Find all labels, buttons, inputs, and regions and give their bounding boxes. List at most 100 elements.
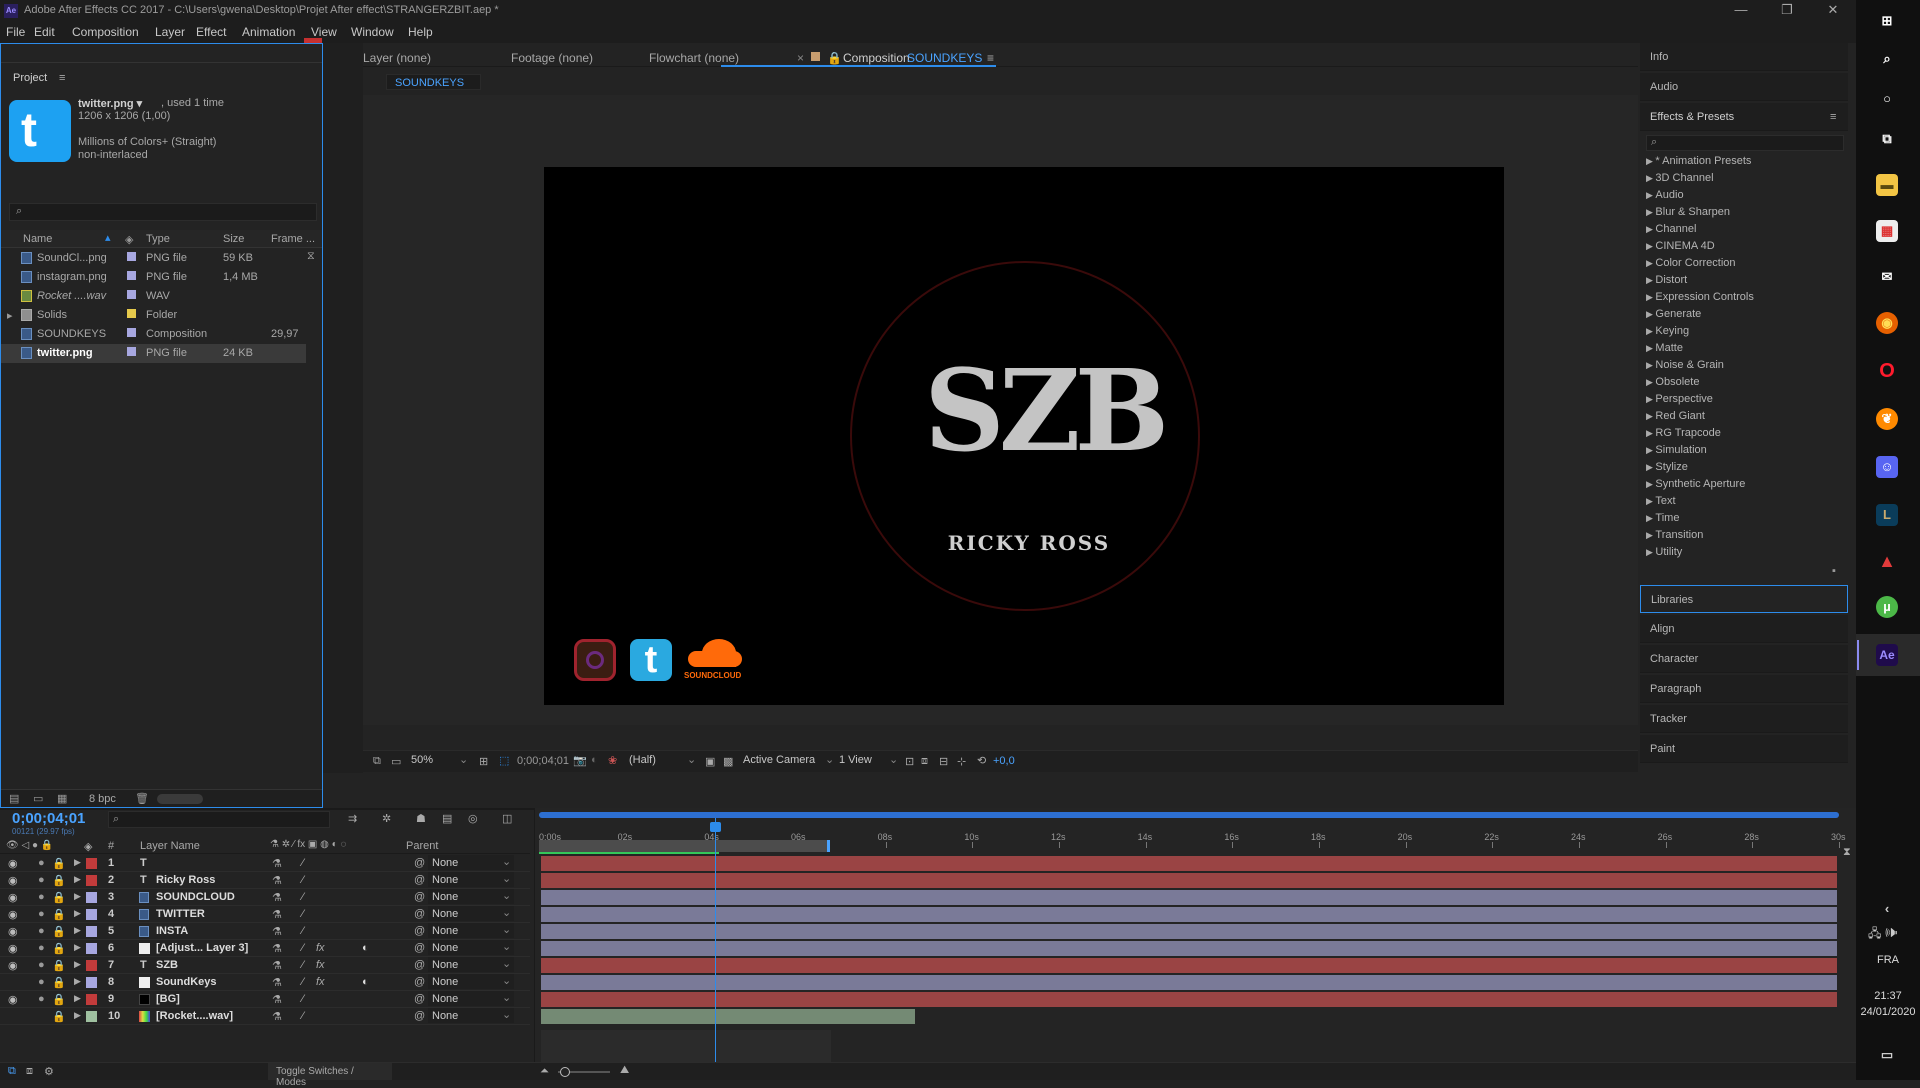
effect-category-item[interactable]: ▶ Channel	[1646, 223, 1696, 235]
menu-animation[interactable]: Animation	[242, 25, 295, 39]
col-type[interactable]: Type	[146, 233, 170, 245]
layer-name[interactable]: SZB	[156, 959, 178, 971]
lock-icon[interactable]: 🔒	[52, 891, 66, 904]
thumbnail-scrollbar[interactable]	[157, 794, 203, 804]
view-layout-dropdown[interactable]: 1 View ⌄	[839, 754, 899, 769]
lock-icon[interactable]: 🔒	[52, 959, 66, 972]
resolution-dropdown[interactable]: (Half) ⌄	[629, 754, 697, 769]
label-color-swatch[interactable]	[86, 858, 97, 869]
zoom-in-icon[interactable]: ⛰	[620, 1064, 629, 1077]
layer-name[interactable]: TWITTER	[156, 908, 205, 920]
layer-row[interactable]: ◉ ● 🔒 ▶ 9 [BG] ⚗ ⁄ @ None ⌄	[0, 991, 530, 1008]
quality-switch-icon[interactable]: ⁄	[302, 857, 304, 869]
snapshot-icon[interactable]: 📷	[573, 754, 587, 767]
panel-paragraph[interactable]: Paragraph	[1640, 675, 1848, 703]
region-of-interest-icon[interactable]: ⬚	[499, 754, 509, 767]
col-parent[interactable]: Parent	[406, 840, 438, 852]
layer-duration-bar[interactable]	[541, 890, 1837, 905]
parent-dropdown[interactable]: None ⌄	[428, 872, 514, 887]
effects-search-input[interactable]: ⌕	[1646, 135, 1844, 151]
playhead-line[interactable]	[715, 818, 716, 1068]
label-color-swatch[interactable]	[86, 977, 97, 988]
collapse-switch-icon[interactable]: ⚗	[272, 959, 282, 972]
windows-start-icon[interactable]: ⊞	[1876, 10, 1898, 32]
zoom-slider-thumb[interactable]	[560, 1067, 570, 1077]
show-snapshot-icon[interactable]: ◐	[591, 754, 598, 766]
color-channels-icon[interactable]: ❀	[608, 754, 617, 767]
menu-file[interactable]: File	[6, 25, 25, 39]
effect-category-item[interactable]: ▶ Generate	[1646, 308, 1701, 320]
effect-category-item[interactable]: ▶ Time	[1646, 512, 1679, 524]
quality-switch-icon[interactable]: ⁄	[302, 942, 304, 954]
label-color-swatch[interactable]	[86, 875, 97, 886]
eye-icon[interactable]: ◉	[8, 874, 18, 887]
panel-align[interactable]: Align	[1640, 615, 1848, 643]
project-item-row[interactable]: ▸ Solids Folder	[1, 306, 306, 325]
interpret-footage-icon[interactable]: ▤	[9, 792, 19, 805]
pick-whip-icon[interactable]: @	[414, 959, 425, 971]
tab-composition-name[interactable]: SOUNDKEYS	[907, 51, 982, 65]
after-effects-taskbar-icon[interactable]: Ae	[1876, 644, 1898, 666]
quality-switch-icon[interactable]: ⁄	[302, 925, 304, 937]
maximize-button[interactable]: ❐	[1772, 2, 1802, 20]
solo-icon[interactable]: ●	[38, 959, 45, 971]
playhead-handle[interactable]	[710, 822, 721, 832]
project-item-row[interactable]: Rocket ....wav WAV	[1, 287, 306, 306]
effect-category-item[interactable]: ▶ Keying	[1646, 325, 1689, 337]
render-time-icon[interactable]: ⧉	[8, 1065, 16, 1078]
menu-help[interactable]: Help	[408, 25, 433, 39]
menu-layer[interactable]: Layer	[155, 25, 185, 39]
expand-arrow-icon[interactable]: ▶	[74, 874, 81, 885]
toggle-pixel-aspect-icon[interactable]: ⊡	[905, 755, 914, 768]
layer-row[interactable]: ◉ ● 🔒 ▶ 1 T ⚗ ⁄ @ None ⌄	[0, 855, 530, 872]
effect-category-item[interactable]: ▶ Blur & Sharpen	[1646, 206, 1730, 218]
minimize-button[interactable]: —	[1726, 2, 1756, 20]
layer-duration-bar[interactable]	[541, 992, 1837, 1007]
toggle-mask-icon[interactable]: ▩	[723, 755, 733, 768]
new-comp-icon[interactable]: ▦	[57, 792, 67, 805]
eye-icon[interactable]: ◉	[8, 959, 18, 972]
input-language[interactable]: FRA	[1856, 954, 1920, 966]
effect-category-item[interactable]: ▶ Noise & Grain	[1646, 359, 1724, 371]
layer-name[interactable]: [BG]	[156, 993, 180, 1005]
effect-category-item[interactable]: ▶ Stylize	[1646, 461, 1688, 473]
solo-icon[interactable]: ●	[38, 925, 45, 937]
parent-dropdown[interactable]: None ⌄	[428, 855, 514, 870]
layer-duration-bar[interactable]	[541, 873, 1837, 888]
expand-arrow-icon[interactable]: ▶	[74, 1010, 81, 1021]
fast-preview-icon[interactable]: ⧈	[921, 755, 928, 768]
layer-duration-bar[interactable]	[541, 958, 1837, 973]
new-folder-icon[interactable]: ▭	[33, 792, 43, 805]
chevron-up-icon[interactable]: ‹	[1876, 898, 1898, 920]
solo-icon[interactable]: ●	[38, 908, 45, 920]
layer-duration-bar[interactable]	[541, 941, 1837, 956]
layer-name[interactable]: SOUNDCLOUD	[156, 891, 235, 903]
hamburger-icon[interactable]: ≡	[1830, 111, 1836, 123]
parent-dropdown[interactable]: None ⌄	[428, 940, 514, 955]
flowchart-icon[interactable]: ⊹	[957, 755, 966, 768]
effect-category-item[interactable]: ▶ Utility	[1646, 546, 1682, 558]
label-color-swatch[interactable]	[127, 328, 136, 337]
label-color-swatch[interactable]	[127, 271, 136, 280]
layer-row[interactable]: ◉ ● 🔒 ▶ 2 T Ricky Ross ⚗ ⁄ @ None ⌄	[0, 872, 530, 889]
effect-category-item[interactable]: ▶ 3D Channel	[1646, 172, 1714, 184]
eye-icon[interactable]: ◉	[8, 993, 18, 1006]
layer-name[interactable]: INSTA	[156, 925, 188, 937]
microsoft-store-icon[interactable]: ▦	[1876, 220, 1898, 242]
layer-row[interactable]: ◉ ● 🔒 ▶ 5 INSTA ⚗ ⁄ @ None ⌄	[0, 923, 530, 940]
always-preview-icon[interactable]: ⧉	[373, 755, 381, 768]
menu-composition[interactable]: Composition	[72, 25, 139, 39]
solo-icon[interactable]: ●	[38, 976, 45, 988]
effect-category-item[interactable]: ▶ Distort	[1646, 274, 1687, 286]
parent-dropdown[interactable]: None ⌄	[428, 974, 514, 989]
tab-close-icon[interactable]: ×	[797, 51, 804, 65]
trash-icon[interactable]: 🗑	[135, 792, 149, 805]
adjustment-layer-icon[interactable]: ◐	[362, 942, 369, 954]
effect-category-item[interactable]: ▶ Expression Controls	[1646, 291, 1754, 303]
effect-category-item[interactable]: ▶ Text	[1646, 495, 1676, 507]
preview-filename[interactable]: twitter.png ▾	[78, 97, 142, 110]
layer-row[interactable]: ◉ ● 🔒 ▶ 7 T SZB ⚗ ⁄ fx @ None ⌄	[0, 957, 530, 974]
clock-time[interactable]: 21:37	[1856, 990, 1920, 1002]
eye-icon[interactable]: ◉	[8, 942, 18, 955]
pick-whip-icon[interactable]: @	[414, 857, 425, 869]
